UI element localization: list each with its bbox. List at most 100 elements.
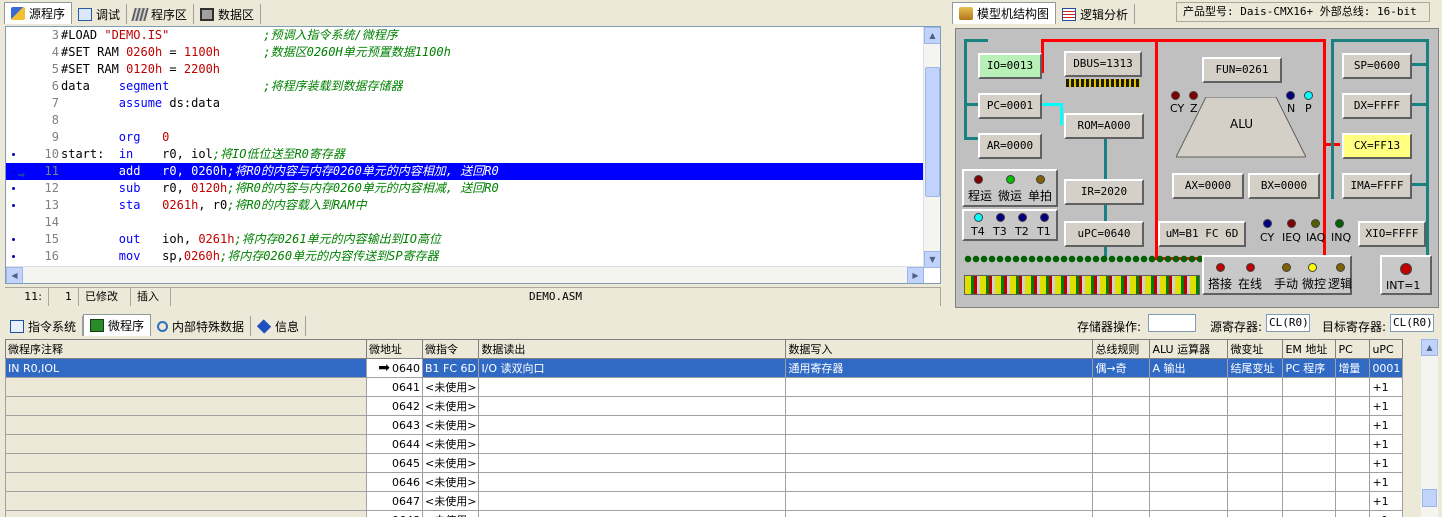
tab-source[interactable]: 源程序 xyxy=(4,2,73,24)
table-cell[interactable] xyxy=(1092,415,1151,435)
table-cell[interactable]: <未使用> xyxy=(421,491,480,511)
code-line[interactable]: 13 sta 0261h, r0;将R0的内容载入到RAM中 xyxy=(6,197,924,214)
table-cell[interactable] xyxy=(5,377,367,397)
table-cell[interactable]: +1 xyxy=(1369,415,1404,435)
table-cell[interactable] xyxy=(1149,510,1229,517)
table-cell[interactable] xyxy=(5,472,367,492)
table-cell[interactable] xyxy=(785,453,1094,473)
link-label[interactable]: 搭接 xyxy=(1208,275,1232,292)
code-line[interactable]: 14 xyxy=(6,214,924,231)
code-line[interactable]: 5 #SET RAM 0120h = 2200h xyxy=(6,61,924,78)
table-cell[interactable]: 0645 xyxy=(366,453,423,473)
table-cell[interactable] xyxy=(5,453,367,473)
table-row[interactable]: 0645 <未使用> +1 xyxy=(5,453,1404,473)
single-step-label[interactable]: 单拍 xyxy=(1028,187,1052,204)
table-cell[interactable] xyxy=(1335,491,1371,511)
breakpoint-dot-icon[interactable] xyxy=(12,153,15,156)
table-cell[interactable]: 0642 xyxy=(366,396,423,416)
breakpoint-dot-icon[interactable] xyxy=(12,255,15,258)
code-line[interactable]: 7 assume ds:data xyxy=(6,95,924,112)
table-cell[interactable] xyxy=(478,396,787,416)
breakpoint-dot-icon[interactable] xyxy=(12,187,15,190)
column-header[interactable]: ALU 运算器 xyxy=(1149,339,1229,359)
table-cell[interactable] xyxy=(478,453,787,473)
table-cell[interactable]: PC 程序 xyxy=(1282,358,1337,378)
table-cell[interactable] xyxy=(1227,396,1284,416)
scroll-right-icon[interactable]: ▶ xyxy=(907,267,924,283)
tab-instruction-system[interactable]: 指令系统 xyxy=(4,316,84,336)
table-cell[interactable]: 偶→奇 xyxy=(1092,358,1151,378)
code-line[interactable]: 11 ⇨ add r0, 0260h;将R0的内容与内存0260单元的内容相加, … xyxy=(6,163,924,181)
column-header[interactable]: 微程序注释 xyxy=(5,339,367,359)
table-cell[interactable] xyxy=(785,472,1094,492)
table-cell[interactable]: +1 xyxy=(1369,434,1404,454)
table-cell[interactable] xyxy=(1149,434,1229,454)
table-cell[interactable] xyxy=(5,434,367,454)
manual-label[interactable]: 手动 xyxy=(1274,275,1298,292)
table-cell[interactable] xyxy=(1092,453,1151,473)
table-cell[interactable] xyxy=(1092,510,1151,517)
scroll-up-icon[interactable]: ▲ xyxy=(924,27,940,44)
table-cell[interactable] xyxy=(1227,415,1284,435)
table-row[interactable]: IN R0,IOL ➡ 0640 B1 FC 6D I/O 读双向口 通用寄存器 偶→奇 A … xyxy=(5,358,1404,378)
code-line[interactable]: 9 org 0 xyxy=(6,129,924,146)
table-scrollbar[interactable]: ▲ xyxy=(1421,339,1438,517)
breakpoint-dot-icon[interactable] xyxy=(12,170,15,173)
horizontal-scrollbar[interactable]: ◀ ▶ xyxy=(6,266,924,283)
column-header[interactable]: 数据写入 xyxy=(785,339,1094,359)
vertical-scrollbar[interactable]: ▲ ▼ xyxy=(923,27,940,268)
scroll-thumb[interactable] xyxy=(925,67,940,197)
table-cell[interactable]: ➡ 0640 xyxy=(366,358,423,378)
scroll-left-icon[interactable]: ◀ xyxy=(6,267,23,283)
table-row[interactable]: 0647 <未使用> +1 xyxy=(5,491,1404,511)
table-cell[interactable] xyxy=(1335,396,1371,416)
table-cell[interactable] xyxy=(785,434,1094,454)
table-cell[interactable] xyxy=(785,491,1094,511)
table-cell[interactable] xyxy=(478,510,787,517)
tab-info[interactable]: 信息 xyxy=(251,316,307,336)
table-cell[interactable]: <未使用> xyxy=(421,377,480,397)
scroll-down-icon[interactable]: ▼ xyxy=(924,251,940,268)
table-cell[interactable] xyxy=(1227,491,1284,511)
table-cell[interactable]: +1 xyxy=(1369,472,1404,492)
table-cell[interactable] xyxy=(785,377,1094,397)
table-cell[interactable] xyxy=(478,415,787,435)
table-row[interactable]: 0642 <未使用> +1 xyxy=(5,396,1404,416)
table-cell[interactable]: 0643 xyxy=(366,415,423,435)
column-header[interactable]: uPC xyxy=(1369,339,1404,359)
table-cell[interactable]: I/O 读双向口 xyxy=(478,358,787,378)
table-cell[interactable] xyxy=(1227,434,1284,454)
microctl-label[interactable]: 微控 xyxy=(1302,275,1326,292)
table-cell[interactable]: <未使用> xyxy=(421,472,480,492)
column-header[interactable]: 数据读出 xyxy=(478,339,787,359)
table-cell[interactable] xyxy=(1149,377,1229,397)
table-cell[interactable] xyxy=(5,396,367,416)
table-cell[interactable] xyxy=(1335,377,1371,397)
table-cell[interactable] xyxy=(1092,472,1151,492)
table-cell[interactable]: <未使用> xyxy=(421,415,480,435)
logic-label[interactable]: 逻辑 xyxy=(1328,275,1352,292)
table-cell[interactable]: +1 xyxy=(1369,377,1404,397)
column-header[interactable]: 微指令 xyxy=(421,339,480,359)
table-cell[interactable] xyxy=(1282,415,1337,435)
table-cell[interactable] xyxy=(5,415,367,435)
table-cell[interactable]: <未使用> xyxy=(421,396,480,416)
tab-microprogram[interactable]: 微程序 xyxy=(83,314,152,336)
table-cell[interactable] xyxy=(1282,491,1337,511)
micro-run-label[interactable]: 微运 xyxy=(998,187,1022,204)
table-cell[interactable]: 结尾变址 xyxy=(1227,358,1284,378)
table-cell[interactable] xyxy=(1092,434,1151,454)
table-cell[interactable]: +1 xyxy=(1369,453,1404,473)
table-cell[interactable]: <未使用> xyxy=(421,434,480,454)
code-line[interactable]: 16 mov sp,0260h;将内存0260单元的内容传送到SP寄存器 xyxy=(6,248,924,265)
table-cell[interactable] xyxy=(478,491,787,511)
column-header[interactable]: 微地址 xyxy=(366,339,423,359)
code-line[interactable]: 12 sub r0, 0120h;将R0的内容与内存0260单元的内容相减, 送… xyxy=(6,180,924,197)
column-header[interactable]: PC xyxy=(1335,339,1371,359)
table-cell[interactable] xyxy=(1282,472,1337,492)
table-cell[interactable] xyxy=(478,434,787,454)
table-cell[interactable] xyxy=(1092,377,1151,397)
table-cell[interactable]: A 输出 xyxy=(1149,358,1229,378)
table-cell[interactable]: IN R0,IOL xyxy=(5,358,367,378)
table-cell[interactable]: +1 xyxy=(1369,510,1404,517)
